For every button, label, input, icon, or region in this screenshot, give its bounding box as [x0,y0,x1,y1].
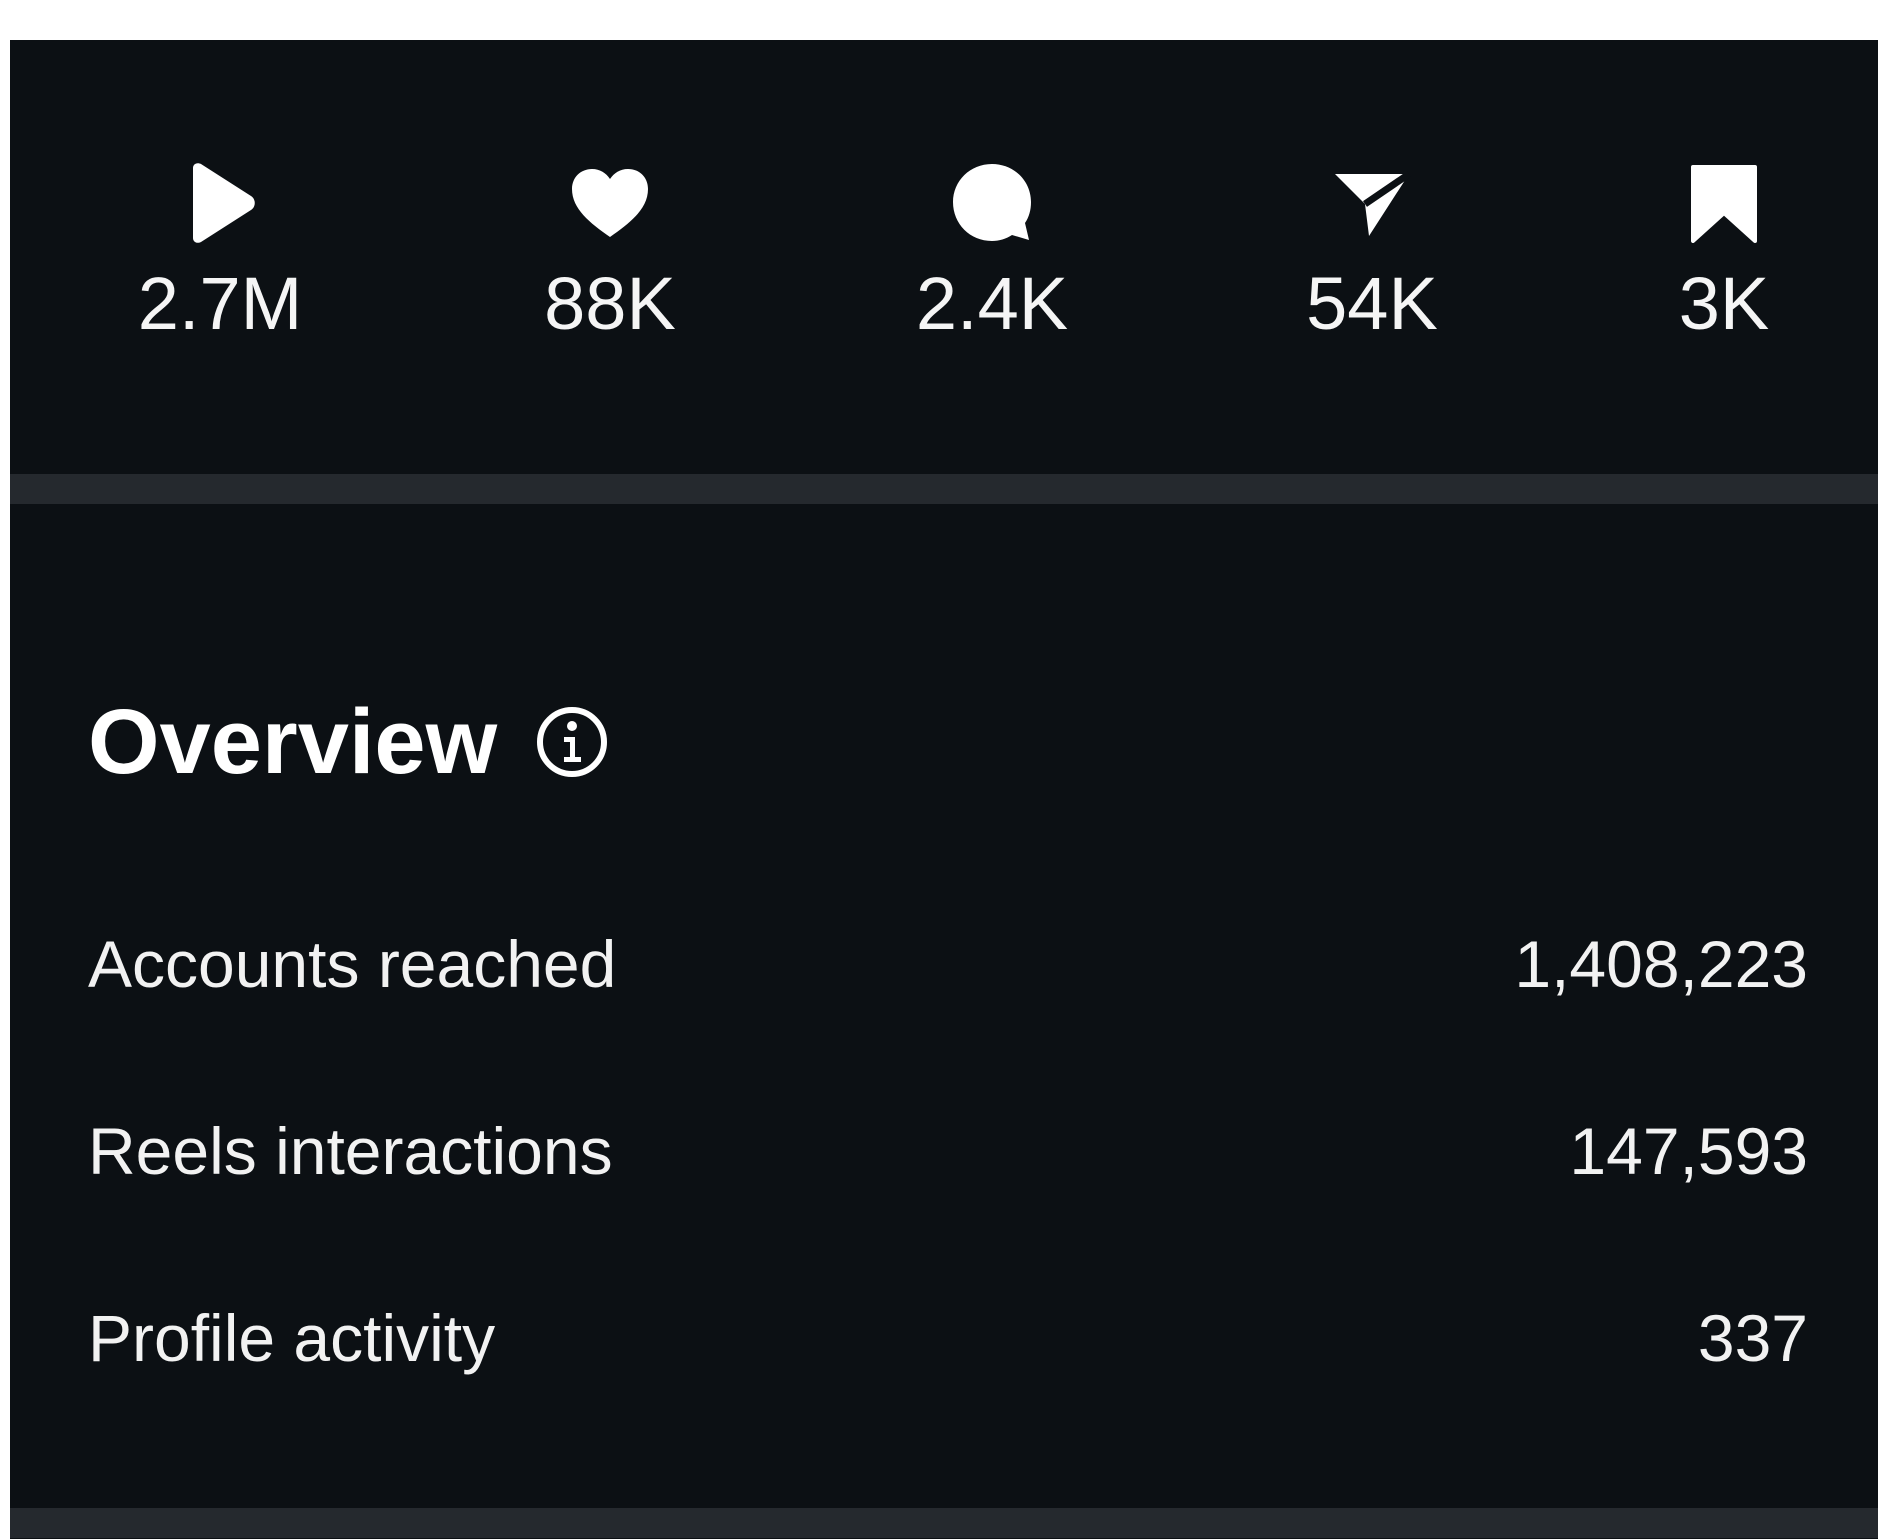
comments-count: 2.4K [915,262,1069,345]
reel-stats-row: 2.7M 88K 2.4K 54K 3K [10,40,1878,474]
overview-header: Overview [88,692,609,792]
metric-value: 1,408,223 [1514,927,1808,1001]
info-icon[interactable] [535,705,609,779]
play-icon [175,158,265,248]
shares-count: 54K [1306,262,1438,345]
metric-label: Accounts reached [88,927,617,1001]
comments-stat: 2.4K [872,158,1112,346]
share-icon [1327,158,1417,248]
plays-count: 2.7M [137,262,303,345]
metric-label: Profile activity [88,1301,496,1375]
metric-row-profile-activity[interactable]: Profile activity 337 [88,1298,1808,1378]
shares-stat: 54K [1252,158,1492,346]
section-divider [10,474,1878,504]
saves-count: 3K [1678,262,1770,345]
metric-row-reels-interactions[interactable]: Reels interactions 147,593 [88,1111,1808,1191]
metric-label: Reels interactions [88,1114,613,1188]
bottom-divider [10,1508,1878,1538]
metric-row-accounts-reached[interactable]: Accounts reached 1,408,223 [88,924,1808,1004]
metric-value: 337 [1697,1301,1808,1375]
metric-value: 147,593 [1569,1114,1808,1188]
overview-section: Overview Accounts reached 1,408,223 Reel… [10,504,1878,1504]
bookmark-icon [1679,158,1769,248]
likes-stat: 88K [490,158,730,346]
overview-title: Overview [88,691,498,793]
plays-stat: 2.7M [100,158,340,346]
insights-screen: 2.7M 88K 2.4K 54K 3K Overview Accounts r… [10,40,1878,1539]
saves-stat: 3K [1604,158,1844,346]
heart-icon [565,158,655,248]
likes-count: 88K [544,262,676,345]
comment-icon [947,158,1037,248]
